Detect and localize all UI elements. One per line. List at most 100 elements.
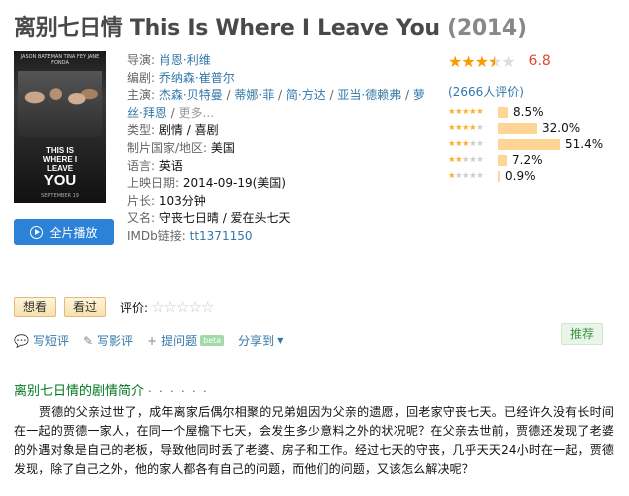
genre-label: 类型: [127,123,156,138]
share-label: 分享到 [238,334,275,348]
director-link[interactable]: 肖恩·利维 [159,53,211,67]
region-value: 美国 [210,140,235,155]
poster-title-line4: YOU [43,172,77,189]
pencil-icon: ✎ [82,333,94,348]
release-label: 上映日期: [127,176,180,191]
write-short-review-link[interactable]: 💬 写短评 [14,332,69,349]
rating-row-percent: 7.2% [512,153,543,167]
cast-link[interactable]: 蒂娜·菲 [234,88,274,102]
poster-title-line2: WHERE I [42,155,78,164]
title-en: This Is Where I Leave You [129,16,440,41]
rating-row-percent: 0.9% [505,169,536,183]
language-row: 语言: 英语 [127,158,427,176]
rating-row-bar [498,106,508,118]
rating-row-bar [498,154,507,166]
poster-title-line1: THIS IS [45,146,74,155]
writer-link[interactable]: 乔纳森·崔普尔 [159,71,235,85]
rating-row-4-star: ★★★★★ 32.0% [448,120,618,136]
want-to-see-button[interactable]: 想看 [14,297,57,317]
cast-more-link[interactable]: 更多... [179,106,214,120]
rating-row-percent: 32.0% [542,121,581,135]
rate-label: 评价: [120,300,149,315]
region-label: 制片国家/地区: [127,140,208,155]
aka-value: 守丧七日晴 / 爱在头七天 [158,211,291,226]
play-full-button[interactable]: 全片播放 [14,219,114,245]
seen-button[interactable]: 看过 [64,297,107,317]
rate-stars-input[interactable]: ☆☆☆☆☆ [151,298,214,316]
title-year: (2014) [447,16,527,41]
runtime-value: 103分钟 [158,193,206,208]
rating-score: 6.8 [528,53,551,69]
synopsis-heading: 离别七日情的剧情简介 · · · · · · [14,380,209,399]
director-label: 导演 [127,53,152,67]
short-review-label: 写短评 [32,334,69,348]
write-review-link[interactable]: ✎ 写影评 [83,332,133,349]
synopsis-heading-text: 离别七日情的剧情简介 [14,384,145,399]
imdb-label: IMDb链接: [127,228,186,243]
poster-date: SEPTEMBER 19 [41,193,79,199]
rating-row-percent: 51.4% [565,137,604,151]
language-label: 语言: [127,158,156,173]
synopsis-text: 贾德的父亲过世了，成年离家后偶尔相聚的兄弟姐因为父亲的遗愿，回老家守丧七天。已经… [14,405,614,476]
rating-votes-link[interactable]: (2666人评价) [448,83,618,100]
rating-row-stars-icon: ★★★★★ [448,139,484,149]
rating-row-bar [498,138,560,150]
cast-link[interactable]: 简·方达 [286,88,326,102]
rating-panel: ★★★★★★ 6.8 (2666人评价) ★★★★★ 8.5% ★★★★★ 32.0%… [448,52,618,184]
share-link[interactable]: 分享到 ▼ [238,332,283,349]
rating-stars-icon: ★★★★★★ [448,52,516,71]
runtime-label: 片长: [127,193,156,208]
cast-link[interactable]: 亚当·德赖弗 [337,88,401,102]
collect-actions: 想看 看过 评价: ☆☆☆☆☆ [14,297,214,317]
runtime-row: 片长: 103分钟 [127,193,427,211]
cast-row: 主演: 杰森·贝特曼 / 蒂娜·菲 / 简·方达 / 亚当·德赖弗 / 萝丝·拜… [127,88,425,120]
writer-row: 编剧: 乔纳森·崔普尔 [127,70,235,85]
release-value: 2014-09-19(美国) [182,176,286,191]
movie-poster[interactable]: JASON BATEMAN TINA FEY JANE FONDA THIS I… [14,51,106,203]
comment-icon: 💬 [14,333,29,348]
title-cn: 离别七日情 [14,16,123,41]
rating-row-1-star: ★★★★★ 0.9% [448,168,618,184]
rating-distribution: ★★★★★ 8.5% ★★★★★ 32.0% ★★★★★ 51.4% ★★★★★ 7.2% ★★… [448,104,618,184]
cast-label: 主演 [127,88,152,103]
rating-row-stars-icon: ★★★★★ [448,171,484,181]
ask-question-link[interactable]: + 提问题 beta [147,332,225,349]
rating-row-stars-icon: ★★★★★ [448,123,484,133]
poster-cast-image [18,71,102,137]
genre-row: 类型: 剧情 / 喜剧 [127,123,219,138]
play-button-label: 全片播放 [49,225,98,240]
synopsis-heading-dots: · · · · · · [148,385,209,398]
rating-row-bar [498,170,500,182]
play-circle-icon [30,225,44,239]
movie-info: 导演: 肖恩·利维 编剧: 乔纳森·崔普尔 主演: 杰森·贝特曼 / 蒂娜·菲 … [127,52,427,246]
poster-top-text: JASON BATEMAN TINA FEY JANE FONDA [20,54,100,66]
aka-label: 又名: [127,211,156,226]
beta-badge: beta [200,335,225,346]
rating-row-stars-icon: ★★★★★ [448,155,484,165]
poster-title: THIS IS WHERE I LEAVE YOU [14,146,106,188]
rating-row-percent: 8.5% [513,105,544,119]
rating-row-stars-icon: ★★★★★ [448,107,484,117]
rating-row-5-star: ★★★★★ 8.5% [448,104,618,120]
aka-row: 又名: 守丧七日晴 / 爱在头七天 [127,210,427,228]
rating-row-3-star: ★★★★★ 51.4% [448,136,618,152]
long-review-label: 写影评 [97,334,134,348]
rating-row-2-star: ★★★★★ 7.2% [448,152,618,168]
region-row: 制片国家/地区: 美国 [127,140,427,158]
language-value: 英语 [158,158,183,173]
cast-link[interactable]: 杰森·贝特曼 [159,88,223,102]
rating-row-bar [498,122,537,134]
plus-icon: + [147,333,158,348]
release-row: 上映日期: 2014-09-19(美国) [127,175,427,193]
writer-label: 编剧 [127,70,152,85]
chevron-down-icon: ▼ [277,336,284,345]
page-title: 离别七日情 This Is Where I Leave You (2014) [14,10,527,42]
ask-label: 提问题 [161,334,198,348]
imdb-row: IMDb链接: tt1371150 [127,228,427,246]
recommend-button[interactable]: 推荐 [561,323,603,345]
genre-value: 喜剧 [194,123,219,138]
review-actions: 💬 写短评 ✎ 写影评 + 提问题 beta 分享到 ▼ [14,332,297,349]
imdb-link[interactable]: tt1371150 [190,229,253,243]
genre-value: 剧情 [158,123,183,138]
director-row: 导演: 肖恩·利维 [127,53,211,67]
